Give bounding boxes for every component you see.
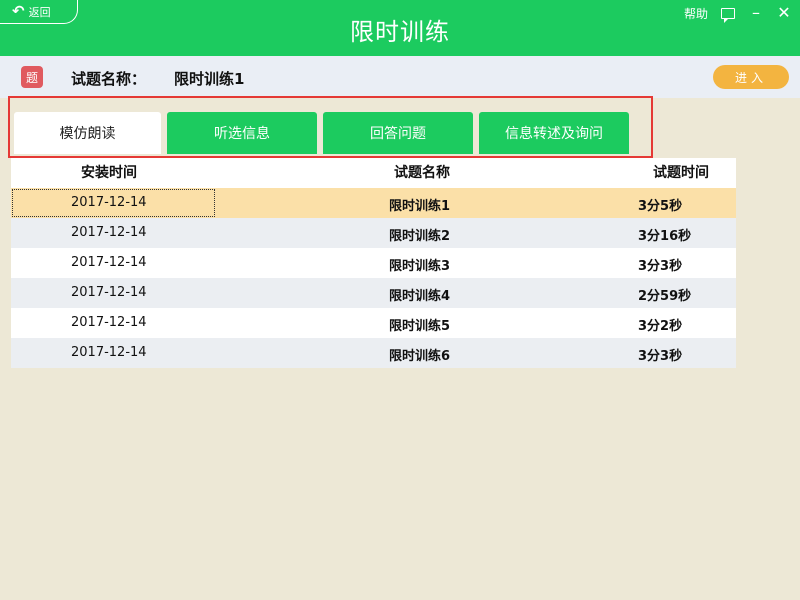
cell-date: 2017-12-14 <box>71 315 147 330</box>
cell-name: 限时训练3 <box>389 259 451 274</box>
cell-date: 2017-12-14 <box>71 345 147 360</box>
message-icon <box>721 7 735 23</box>
cell-time: 3分16秒 <box>638 229 692 244</box>
table-row[interactable]: 2017-12-14 限时训练6 3分3秒 <box>11 338 736 368</box>
question-name-label: 试题名称： <box>71 70 147 88</box>
cell-name: 限时训练2 <box>389 229 451 244</box>
minimize-icon[interactable]: – <box>748 4 764 22</box>
cell-time: 3分3秒 <box>638 259 683 274</box>
window-title: 限时训练 <box>350 18 450 46</box>
question-badge: 题 <box>21 66 43 88</box>
table-row[interactable]: 2017-12-14 限时训练1 3分5秒 <box>11 188 736 218</box>
table-row[interactable]: 2017-12-14 限时训练3 3分3秒 <box>11 248 736 278</box>
table-header: 安装时间 试题名称 试题时间 <box>11 158 736 188</box>
help-button[interactable]: 帮助 <box>684 4 708 22</box>
tab-listen-select[interactable]: 听选信息 <box>167 112 317 154</box>
cell-time: 3分2秒 <box>638 319 683 334</box>
column-header-install-time: 安装时间 <box>81 165 137 181</box>
table-row[interactable]: 2017-12-14 限时训练4 2分59秒 <box>11 278 736 308</box>
cell-date: 2017-12-14 <box>71 225 147 240</box>
table-row[interactable]: 2017-12-14 限时训练2 3分16秒 <box>11 218 736 248</box>
enter-button[interactable]: 进入 <box>713 65 789 89</box>
tab-imitation-reading[interactable]: 模仿朗读 <box>14 112 161 154</box>
window-controls: 帮助 – ✕ <box>684 4 792 23</box>
close-icon[interactable]: ✕ <box>776 4 792 22</box>
tab-retell-inquire[interactable]: 信息转述及询问 <box>479 112 629 154</box>
table-body: 2017-12-14 限时训练1 3分5秒 2017-12-14 限时训练2 3… <box>11 188 736 368</box>
cell-name: 限时训练1 <box>389 199 451 214</box>
cell-date: 2017-12-14 <box>71 195 147 210</box>
column-header-question-name: 试题名称 <box>394 165 450 181</box>
table-row[interactable]: 2017-12-14 限时训练5 3分2秒 <box>11 308 736 338</box>
cell-name: 限时训练6 <box>389 349 451 364</box>
cell-name: 限时训练4 <box>389 289 451 304</box>
cell-date: 2017-12-14 <box>71 285 147 300</box>
cell-date: 2017-12-14 <box>71 255 147 270</box>
feedback-button[interactable] <box>720 4 736 23</box>
cell-time: 3分3秒 <box>638 349 683 364</box>
cell-time: 2分59秒 <box>638 289 692 304</box>
tab-answer-questions[interactable]: 回答问题 <box>323 112 473 154</box>
question-info-bar: 题 试题名称： 限时训练1 进入 <box>0 56 800 98</box>
column-header-question-time: 试题时间 <box>653 165 709 181</box>
cell-time: 3分5秒 <box>638 199 683 214</box>
title-bar: ↶ 返回 限时训练 帮助 – ✕ <box>0 0 800 56</box>
question-name-value: 限时训练1 <box>174 70 245 88</box>
cell-name: 限时训练5 <box>389 319 451 334</box>
